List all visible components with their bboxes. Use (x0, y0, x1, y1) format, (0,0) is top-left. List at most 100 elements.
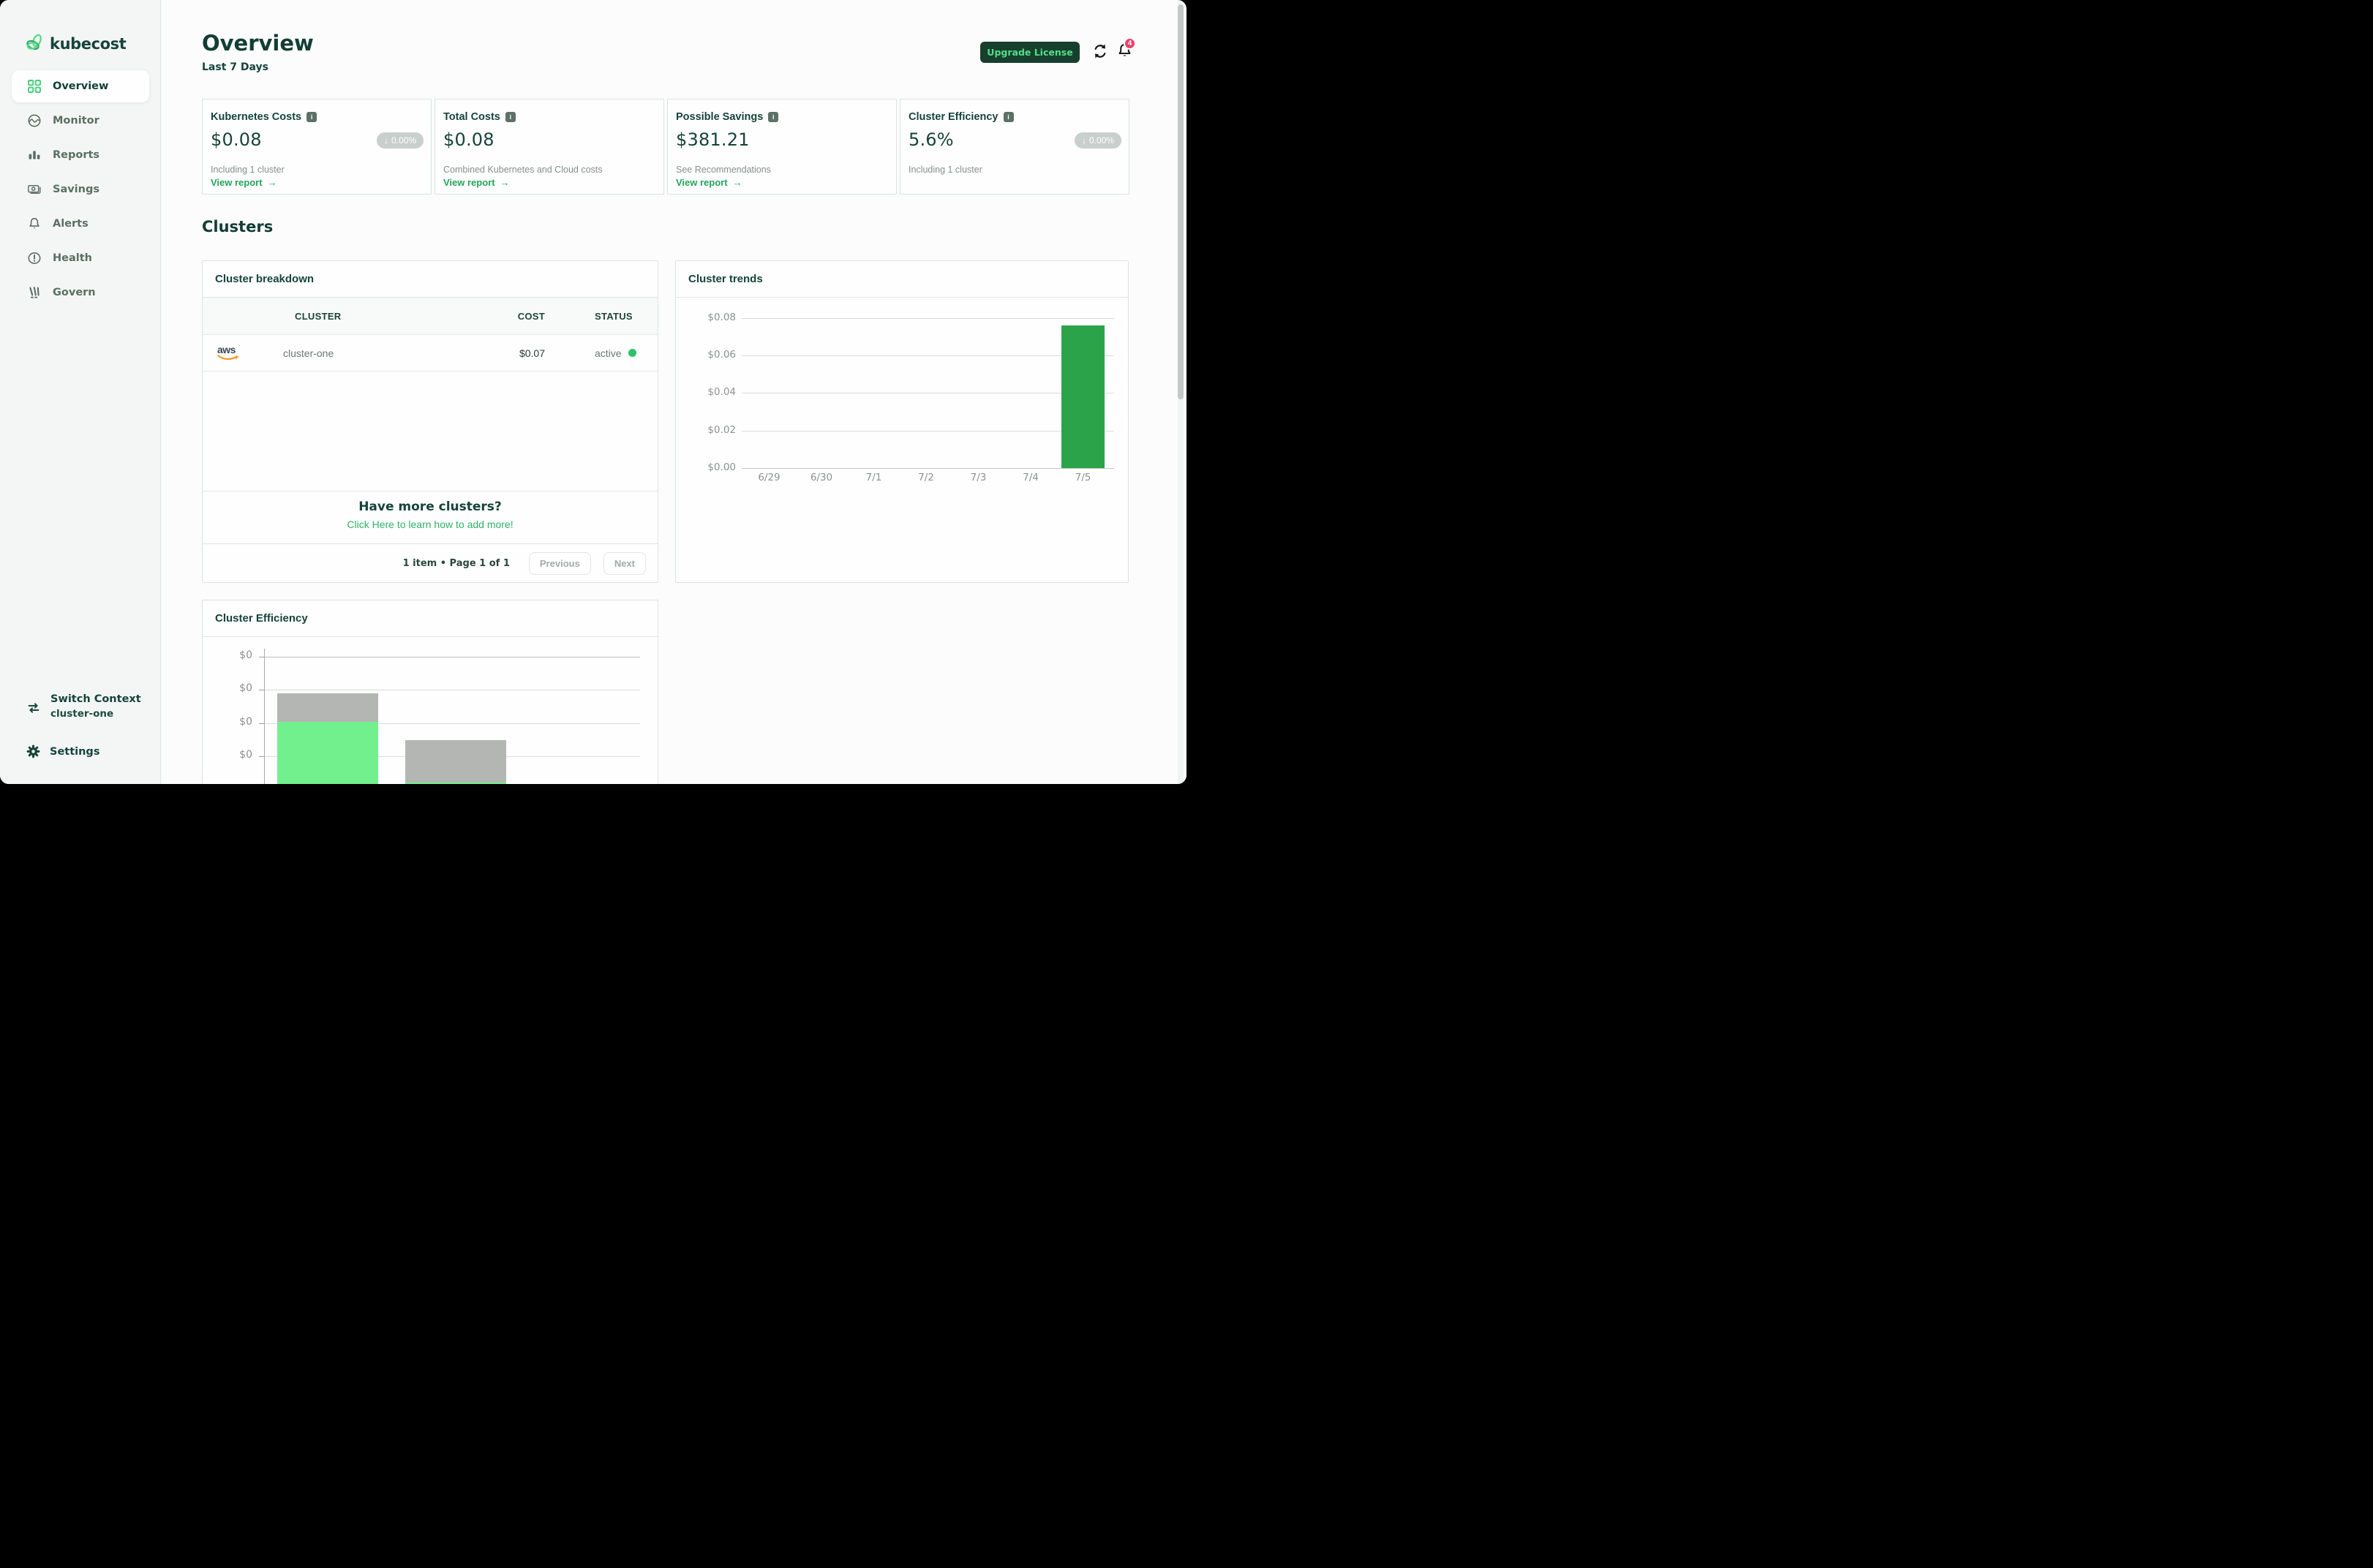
banknote-icon (27, 182, 42, 197)
kubecost-logo[interactable]: kubecost (25, 34, 126, 53)
aws-provider-icon: aws (203, 344, 283, 361)
change-badge: ↓ 0.00% (1075, 132, 1121, 148)
active-status-dot-icon (628, 349, 636, 357)
alert-circle-icon (27, 251, 42, 265)
sidebar-item-label: Health (53, 252, 92, 264)
switch-context-label: Switch Context (50, 693, 141, 705)
down-arrow-icon: ↓ (384, 135, 388, 146)
table-header-row: CLUSTER COST STATUS (203, 298, 658, 335)
sidebar-item-label: Monitor (53, 115, 99, 127)
switch-context[interactable]: Switch Context cluster-one (26, 693, 141, 720)
bell-icon (1116, 50, 1133, 61)
current-context-value: cluster-one (50, 708, 141, 720)
info-icon[interactable]: i (1004, 112, 1014, 122)
more-clusters-title: Have more clusters? (203, 500, 658, 514)
column-header-cost[interactable]: COST (457, 311, 545, 322)
refresh-icon (1092, 50, 1108, 61)
cluster-efficiency-card: Cluster Efficiency $0$0$0$0 (202, 600, 658, 784)
efficiency-bar-used (277, 722, 378, 784)
notification-count-badge: 4 (1124, 37, 1136, 50)
cluster-breakdown-card: Cluster breakdown CLUSTER COST STATUS aw… (202, 260, 658, 583)
view-report-link[interactable]: View report → (211, 177, 277, 188)
clusters-section-heading: Clusters (202, 218, 273, 235)
stat-subtitle: Combined Kubernetes and Cloud costs (443, 165, 603, 175)
efficiency-bar-used (405, 783, 506, 784)
scrollbar-thumb[interactable] (1178, 4, 1184, 399)
sidebar-item-health[interactable]: Health (12, 242, 149, 274)
change-badge: ↓ 0.00% (377, 132, 424, 148)
stat-value: $381.21 (676, 129, 750, 150)
date-range-label: Last 7 Days (202, 61, 268, 73)
sidebar-item-overview[interactable]: Overview (12, 70, 149, 102)
bell-icon (27, 216, 42, 231)
stat-card-kubernetes-costs: Kubernetes Costs i $0.08 ↓ 0.00% Includi… (202, 99, 432, 195)
stat-card-possible-savings: Possible Savings i $381.21 See Recommend… (667, 99, 897, 195)
cluster-trends-card: Cluster trends $0.08$0.06$0.04$0.02$0.00… (675, 260, 1129, 583)
cluster-trends-plot: $0.08$0.06$0.04$0.02$0.006/296/307/17/27… (676, 298, 1128, 582)
kubecost-app-window: kubecost Overview Mo (0, 0, 1186, 784)
settings-label: Settings (50, 746, 99, 758)
settings-item[interactable]: Settings (26, 745, 99, 758)
sidebar-item-alerts[interactable]: Alerts (12, 208, 149, 240)
right-arrow-icon: → (733, 177, 742, 188)
stat-card-total-costs: Total Costs i $0.08 Combined Kubernetes … (435, 99, 664, 195)
govern-icon (27, 285, 42, 300)
stat-subtitle: Including 1 cluster (909, 165, 982, 175)
cluster-name-cell: cluster-one (283, 347, 457, 359)
gear-icon (26, 745, 40, 758)
info-icon[interactable]: i (307, 112, 317, 122)
right-arrow-icon: → (500, 177, 510, 188)
stat-title: Cluster Efficiency (909, 111, 999, 123)
more-clusters-section: Have more clusters? Click Here to learn … (203, 491, 658, 544)
column-header-status[interactable]: STATUS (545, 311, 658, 322)
sidebar-nav: Overview Monitor (12, 70, 149, 311)
kubecost-logo-icon (25, 34, 45, 53)
sidebar-item-monitor[interactable]: Monitor (12, 105, 149, 137)
cluster-efficiency-plot: $0$0$0$0 (203, 637, 658, 784)
stats-row: Kubernetes Costs i $0.08 ↓ 0.00% Includi… (202, 99, 1129, 195)
next-page-button[interactable]: Next (603, 552, 646, 575)
table-footer: 1 item • Page 1 of 1 Previous Next (203, 544, 658, 582)
add-clusters-link[interactable]: Click Here to learn how to add more! (203, 519, 658, 530)
kubecost-logo-text: kubecost (50, 35, 126, 53)
sidebar-item-label: Overview (53, 80, 108, 92)
column-header-cluster[interactable]: CLUSTER (283, 311, 457, 322)
sidebar-item-govern[interactable]: Govern (12, 276, 149, 309)
info-icon[interactable]: i (768, 112, 778, 122)
stat-value: $0.08 (211, 129, 262, 150)
cluster-efficiency-title: Cluster Efficiency (203, 600, 658, 637)
bar-chart-icon (27, 148, 42, 162)
down-arrow-icon: ↓ (1082, 135, 1086, 146)
view-report-link[interactable]: View report → (676, 177, 742, 188)
monitor-icon (27, 113, 42, 128)
sidebar: kubecost Overview Mo (0, 0, 161, 784)
table-row[interactable]: aws cluster-one $0.07 active (203, 335, 658, 372)
previous-page-button[interactable]: Previous (529, 552, 591, 575)
cluster-breakdown-title: Cluster breakdown (203, 261, 658, 298)
upgrade-license-button[interactable]: Upgrade License (980, 42, 1080, 63)
grid-icon (27, 79, 42, 94)
info-icon[interactable]: i (505, 112, 516, 122)
page-title: Overview (202, 31, 314, 56)
cluster-cost-cell: $0.07 (457, 347, 545, 359)
sidebar-item-label: Govern (53, 287, 96, 298)
sidebar-item-label: Alerts (53, 218, 89, 230)
stat-card-cluster-efficiency: Cluster Efficiency i 5.6% ↓ 0.00% Includ… (900, 99, 1129, 195)
sidebar-item-savings[interactable]: Savings (12, 173, 149, 206)
sidebar-item-label: Savings (53, 184, 99, 195)
view-report-link[interactable]: View report → (443, 177, 510, 188)
sidebar-item-label: Reports (53, 149, 99, 161)
stat-subtitle: Including 1 cluster (211, 165, 285, 175)
stat-subtitle: See Recommendations (676, 165, 771, 175)
switch-arrows-icon (26, 701, 41, 720)
cluster-status-cell: active (545, 347, 658, 359)
sidebar-item-reports[interactable]: Reports (12, 139, 149, 171)
stat-value: $0.08 (443, 129, 494, 150)
stat-title: Possible Savings (676, 111, 763, 123)
refresh-button[interactable] (1091, 43, 1109, 61)
stat-value: 5.6% (909, 129, 954, 150)
right-arrow-icon: → (268, 177, 277, 188)
stat-title: Kubernetes Costs (211, 111, 301, 123)
efficiency-bar-total (405, 740, 506, 784)
cluster-trends-title: Cluster trends (676, 261, 1128, 298)
